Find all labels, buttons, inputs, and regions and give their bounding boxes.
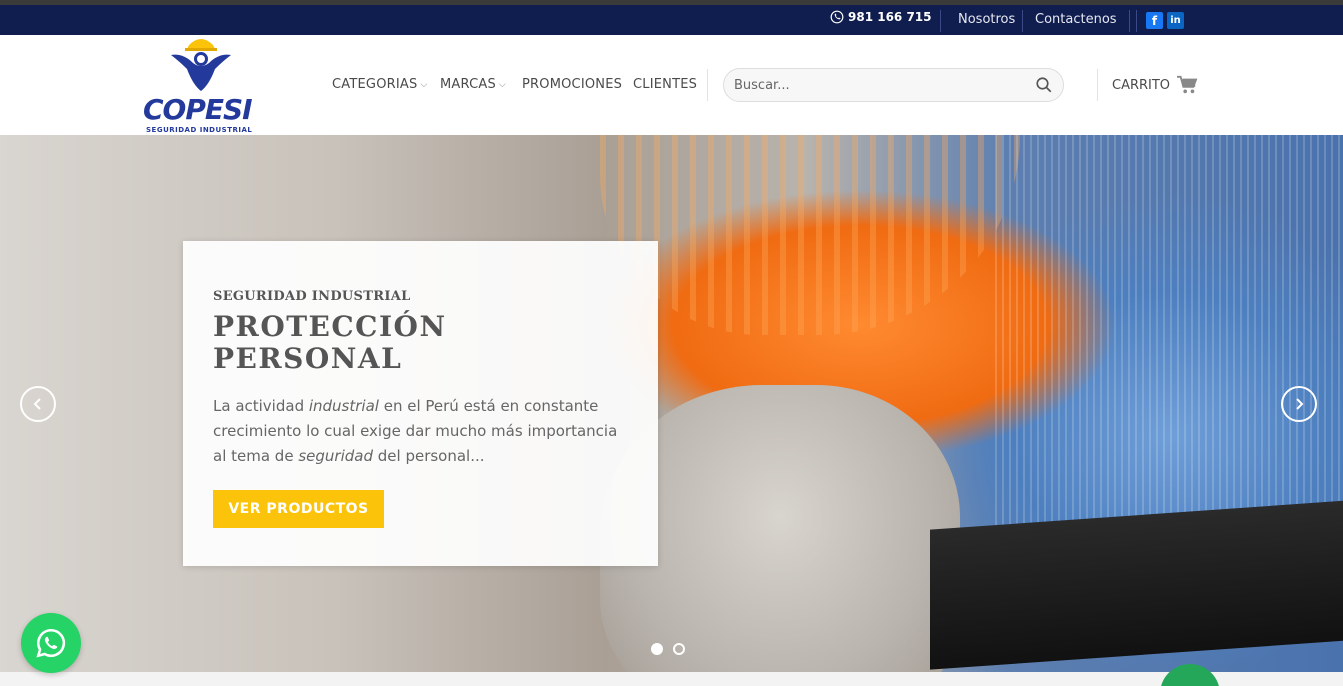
- whatsapp-button[interactable]: [21, 613, 81, 673]
- hero-slider: SEGURIDAD INDUSTRIAL PROTECCIÓN PERSONAL…: [0, 135, 1343, 672]
- slider-dots: [651, 643, 685, 655]
- worker-emblem-icon: [171, 39, 231, 91]
- cart-label: CARRITO: [1112, 77, 1171, 93]
- slider-dot-1[interactable]: [651, 643, 663, 655]
- desc-text: La actividad: [213, 397, 309, 415]
- main-header: COPESI SEGURIDAD INDUSTRIAL CATEGORIAS ⌵…: [0, 35, 1343, 135]
- nav-item-marcas[interactable]: MARCAS ⌵: [440, 77, 506, 92]
- phone-icon: [830, 10, 844, 24]
- copesi-logo[interactable]: COPESI SEGURIDAD INDUSTRIAL: [143, 35, 258, 135]
- nav-item-promociones[interactable]: PROMOCIONES: [522, 77, 622, 92]
- desc-emphasis: seguridad: [298, 447, 373, 465]
- hero-title-line2: PERSONAL: [213, 342, 403, 375]
- shopping-cart-icon: [1177, 75, 1198, 94]
- nav-label: PROMOCIONES: [522, 77, 623, 92]
- phone-link[interactable]: 981 166 715: [830, 10, 932, 24]
- topbar-separator: [1136, 10, 1137, 32]
- chevron-down-icon: ⌵: [498, 79, 506, 90]
- desc-emphasis: industrial: [308, 397, 379, 415]
- hero-helmet-shape: [600, 135, 1020, 335]
- ver-productos-button[interactable]: VER PRODUCTOS: [213, 490, 384, 528]
- cart-link[interactable]: CARRITO: [1112, 75, 1198, 95]
- hero-shirt-shape: [995, 135, 1343, 535]
- page-bottom-strip: [0, 672, 1343, 686]
- desc-text: del personal...: [372, 447, 485, 465]
- nav-label: MARCAS: [440, 77, 496, 92]
- nav-label: CLIENTES: [633, 77, 698, 92]
- slider-prev-button[interactable]: [20, 386, 56, 422]
- nav-item-categorias[interactable]: CATEGORIAS ⌵: [332, 77, 427, 92]
- search-input[interactable]: [734, 69, 1024, 101]
- nav-separator: [707, 69, 708, 101]
- hero-description: La actividad industrial en el Perú está …: [213, 394, 633, 469]
- chevron-down-icon: ⌵: [420, 79, 428, 90]
- topbar-separator: [1022, 10, 1023, 32]
- search-box: [723, 68, 1064, 102]
- nav-label: CATEGORIAS: [332, 77, 418, 92]
- phone-number: 981 166 715: [848, 10, 932, 24]
- chevron-left-icon: [33, 398, 41, 410]
- linkedin-icon[interactable]: in: [1167, 12, 1184, 29]
- logo-tagline: SEGURIDAD INDUSTRIAL: [146, 126, 253, 134]
- hero-title: PROTECCIÓN PERSONAL: [213, 311, 633, 375]
- hero-title-line1: PROTECCIÓN: [213, 310, 447, 343]
- slider-dot-2[interactable]: [673, 643, 685, 655]
- topbar-separator: [940, 10, 941, 32]
- nav-separator: [1097, 69, 1098, 101]
- top-bar: 981 166 715 Nosotros Contactenos f in: [0, 5, 1343, 35]
- hero-card: SEGURIDAD INDUSTRIAL PROTECCIÓN PERSONAL…: [183, 241, 658, 566]
- topbar-separator: [1129, 10, 1130, 32]
- contactenos-link[interactable]: Contactenos: [1035, 12, 1117, 27]
- logo-wordmark: COPESI: [143, 93, 253, 126]
- nav-item-clientes[interactable]: CLIENTES: [633, 77, 697, 92]
- nosotros-link[interactable]: Nosotros: [958, 12, 1015, 27]
- slider-next-button[interactable]: [1281, 386, 1317, 422]
- hero-kicker: SEGURIDAD INDUSTRIAL: [213, 289, 411, 304]
- chevron-right-icon: [1296, 398, 1304, 410]
- facebook-icon[interactable]: f: [1146, 12, 1163, 29]
- hero-belt-shape: [930, 500, 1343, 670]
- search-icon[interactable]: [1035, 76, 1053, 94]
- whatsapp-icon: [36, 628, 66, 658]
